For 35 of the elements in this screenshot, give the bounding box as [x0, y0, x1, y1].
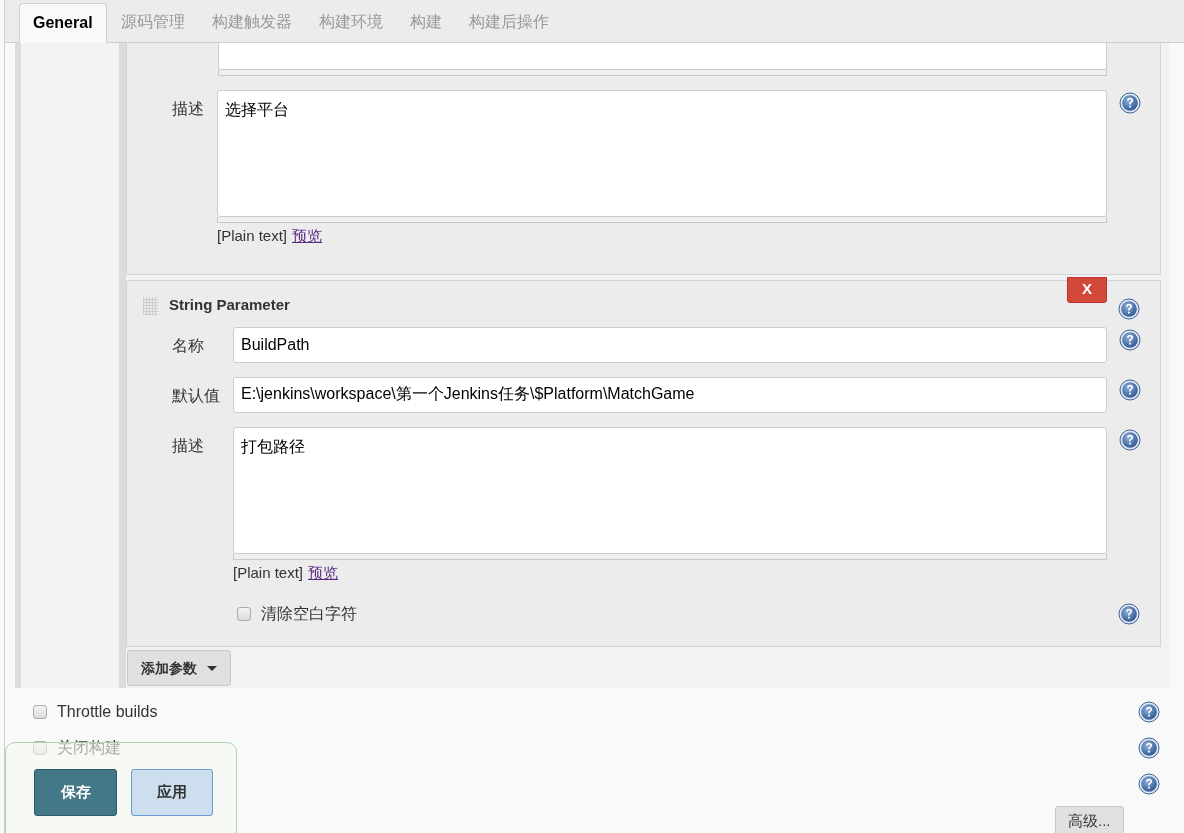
caret-icon — [207, 665, 217, 671]
delete-button[interactable]: X — [1067, 276, 1107, 303]
input-field[interactable]: BuildPath — [233, 326, 1107, 363]
field-label: 描述 — [172, 435, 205, 456]
field-label: 名称 — [172, 335, 205, 356]
drag-handle-icon[interactable] — [143, 296, 158, 315]
advanced-button[interactable]: 高级... — [1055, 806, 1124, 833]
parameter-title: String Parameter — [169, 295, 290, 316]
tab[interactable]: General — [19, 3, 107, 43]
input-field[interactable]: E:\jenkins\workspace\第一个Jenkins任务\$Platform\MatchGame — [233, 376, 1107, 413]
checkbox[interactable] — [33, 741, 47, 755]
checkbox-label: 清除空白字符 — [261, 604, 357, 624]
help-icon[interactable] — [1119, 428, 1141, 451]
apply-button[interactable]: 应用 — [131, 769, 213, 816]
help-icon[interactable] — [1119, 92, 1141, 114]
field-label: 描述 — [172, 99, 205, 119]
text-area[interactable]: 选择平台 — [217, 90, 1107, 217]
preview-link[interactable]: 预览 — [308, 561, 339, 584]
preview-link[interactable]: 预览 — [292, 225, 323, 248]
help-icon[interactable] — [1118, 297, 1140, 320]
checkbox[interactable] — [33, 705, 47, 719]
format-note: [Plain text] — [217, 226, 288, 246]
field-label: 默认值 — [172, 385, 221, 406]
help-icon[interactable] — [1118, 603, 1140, 625]
help-icon[interactable] — [1119, 328, 1141, 351]
add-parameter-button[interactable]: 添加参数 — [127, 650, 231, 686]
format-note: [Plain text] — [233, 562, 304, 583]
option-label: Throttle builds — [57, 702, 158, 722]
text-area[interactable]: 打包路径 — [233, 426, 1107, 554]
help-icon[interactable] — [1138, 773, 1160, 795]
help-icon[interactable] — [1138, 737, 1160, 759]
help-icon[interactable] — [1119, 378, 1141, 401]
checkbox[interactable] — [237, 607, 251, 621]
help-icon[interactable] — [1138, 701, 1160, 723]
save-button[interactable]: 保存 — [34, 769, 117, 816]
